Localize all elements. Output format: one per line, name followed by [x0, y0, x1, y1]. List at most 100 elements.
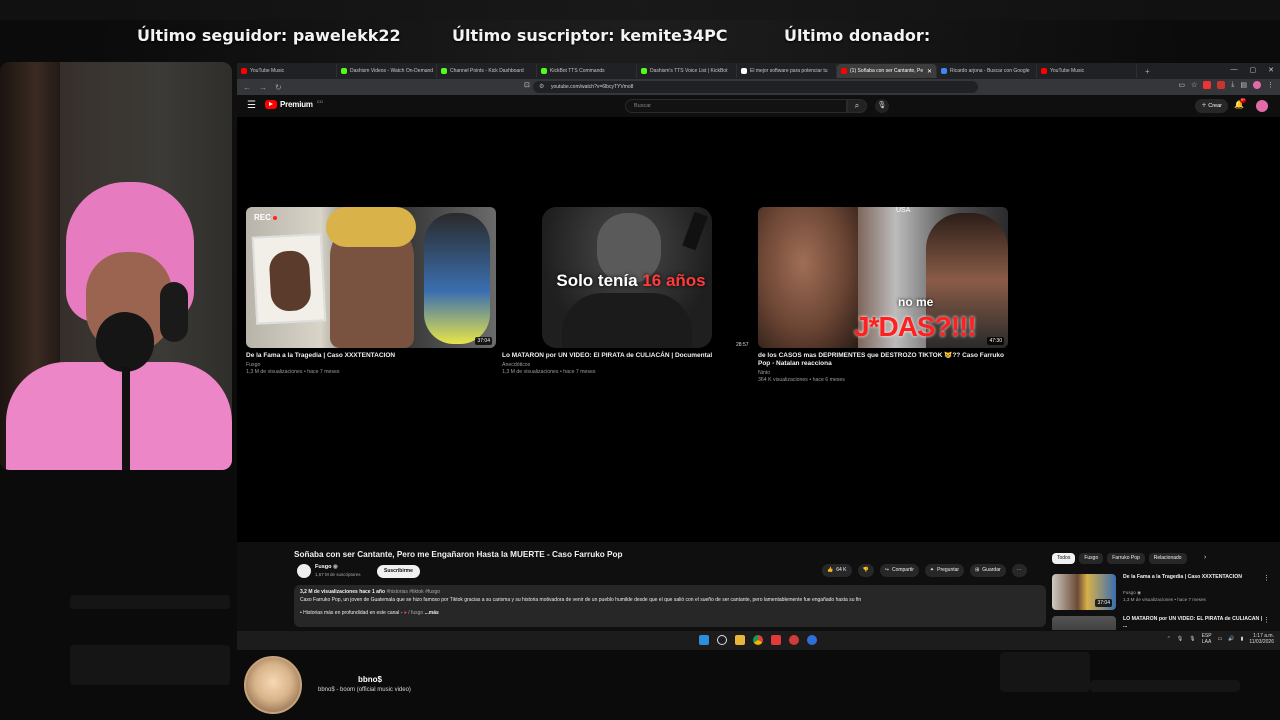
bookmark-icon[interactable]: ⊡: [524, 81, 530, 89]
account-avatar[interactable]: [1256, 100, 1268, 112]
generic-site-icon: [741, 68, 747, 74]
file-explorer-icon[interactable]: [735, 635, 745, 645]
url-field[interactable]: ⚙ youtube.com/watch?v=6lbcyTYVmo8: [533, 81, 978, 93]
related-video[interactable]: 37:04 De la Fama a la Tragedia | Caso XX…: [1052, 574, 1272, 612]
end-card-thumbnail[interactable]: USA no me J*DAS?!!! 47:30: [758, 207, 1008, 348]
end-card-channel[interactable]: Anecdóticos: [502, 362, 752, 368]
network-icon[interactable]: ▭: [1218, 636, 1223, 642]
end-card-thumbnail[interactable]: Solo tenía 16 años 28:57: [502, 207, 752, 348]
mugshot-image: [251, 233, 327, 325]
related-channel-text: Fusgo: [1123, 590, 1136, 595]
search-input[interactable]: Buscar: [625, 99, 847, 113]
ask-button[interactable]: ✦ Preguntar: [924, 564, 965, 577]
site-info-icon[interactable]: ⚙: [539, 81, 544, 93]
share-button[interactable]: ↪ Compartir: [879, 564, 919, 577]
sidebar-icon[interactable]: ▤: [1240, 81, 1247, 89]
create-button[interactable]: ＋ Crear: [1195, 99, 1228, 113]
browser-tab[interactable]: YouTube Music: [237, 64, 337, 78]
voice-search-icon[interactable]: 🎙: [875, 99, 889, 113]
related-thumbnail[interactable]: [1052, 616, 1116, 630]
end-screen-card[interactable]: USA no me J*DAS?!!! 47:30 de los CASOS m…: [758, 207, 1008, 383]
end-screen-card[interactable]: Solo tenía 16 años 28:57 Lo MATARON por …: [502, 207, 752, 375]
related-title[interactable]: De la Fama a la Tragedia | Caso XXXTENTA…: [1123, 574, 1263, 581]
chip-related[interactable]: Relacionado: [1148, 553, 1187, 564]
chevron-up-icon[interactable]: ⌃: [1167, 636, 1171, 642]
video-player[interactable]: REC 37:04 De la Fama a la Tragedia | Cas…: [237, 117, 1280, 542]
mic-tray-icon-2[interactable]: 🎙: [1189, 636, 1195, 642]
cast-icon[interactable]: ▭: [1178, 81, 1185, 89]
save-icon: ⊞: [975, 567, 980, 573]
star-icon[interactable]: ☆: [1191, 81, 1197, 89]
description-box[interactable]: 3,2 M de visualizaciones hace 1 año #his…: [294, 585, 1046, 627]
browser-tab[interactable]: YouTube Music: [1037, 64, 1137, 78]
chrome-icon[interactable]: [753, 635, 763, 645]
search-icon[interactable]: ⌕: [847, 99, 867, 113]
download-icon[interactable]: ⤓: [1231, 81, 1234, 89]
volume-icon[interactable]: 🔊: [1228, 636, 1234, 642]
end-card-thumbnail[interactable]: REC 37:04: [246, 207, 496, 348]
recording-app-icon[interactable]: [789, 635, 799, 645]
youtube-logo[interactable]: Premium CO: [265, 99, 323, 109]
share-label: Compartir: [891, 567, 914, 573]
browser-tab[interactable]: Dashism Videos - Watch On-Demand: [337, 64, 437, 78]
back-icon[interactable]: ←: [243, 83, 251, 92]
related-thumbnail[interactable]: 37:04: [1052, 574, 1116, 610]
dislike-button[interactable]: 👎: [857, 564, 874, 577]
menu-dots-icon[interactable]: ⋮: [1267, 81, 1274, 89]
browser-tab[interactable]: El mejor software para potenciar tu: [737, 64, 837, 78]
description-channel-line: • Historias más en profundidad en este c…: [300, 610, 403, 616]
tab-strip: YouTube Music Dashism Videos - Watch On-…: [237, 63, 1280, 79]
subscribe-button[interactable]: Suscribirme: [377, 565, 420, 578]
more-dots-icon[interactable]: ⋮: [1263, 616, 1270, 624]
kick-icon: [341, 68, 347, 74]
more-dots-icon[interactable]: ⋮: [1263, 574, 1270, 582]
browser-tab[interactable]: Channel Points - Kick Dashboard: [437, 64, 537, 78]
end-card-channel[interactable]: Ninto: [758, 370, 1008, 376]
channel-avatar[interactable]: [297, 564, 311, 578]
new-tab-icon[interactable]: +: [1137, 67, 1150, 76]
chevron-right-icon[interactable]: ›: [1204, 554, 1206, 561]
end-screen-card[interactable]: REC 37:04 De la Fama a la Tragedia | Cas…: [246, 207, 496, 375]
browser-tab[interactable]: Ricardo arjona - Buscar con Google: [937, 64, 1037, 78]
channel-name[interactable]: Fusgo ◉: [315, 564, 338, 570]
search-icon[interactable]: [717, 635, 727, 645]
forward-icon[interactable]: →: [259, 83, 267, 92]
profile-avatar[interactable]: [1253, 81, 1261, 89]
headline-text: Solo tenía: [556, 271, 638, 290]
language-indicator[interactable]: ESP LAA: [1202, 633, 1212, 645]
related-channel[interactable]: Fusgo ◉: [1123, 590, 1141, 596]
extension-icon[interactable]: [1217, 81, 1226, 89]
menu-icon[interactable]: ☰: [247, 100, 256, 111]
browser-tab-active[interactable]: (1) Soñaba con ser Cantante, Pe ✕: [837, 64, 937, 78]
mic-tray-icon[interactable]: 🎙: [1177, 636, 1183, 642]
like-button[interactable]: 👍 64 K: [822, 564, 852, 577]
battery-icon[interactable]: ▮: [1241, 636, 1244, 642]
browser-tab[interactable]: KickBot TTS Commands: [537, 64, 637, 78]
hashtags[interactable]: #historias #tiktok #fusgo: [386, 589, 440, 595]
start-icon[interactable]: [699, 635, 709, 645]
chip-all[interactable]: Todos: [1052, 553, 1076, 564]
related-video[interactable]: LO MATARON por UN VIDEO: EL PIRATA de CU…: [1052, 616, 1272, 630]
reload-icon[interactable]: ↻: [275, 83, 282, 92]
more-actions-button[interactable]: ⋯: [1011, 564, 1027, 577]
shield-app-icon[interactable]: [771, 635, 781, 645]
maximize-icon[interactable]: ▢: [1250, 66, 1257, 74]
close-tab-icon[interactable]: ✕: [927, 68, 932, 75]
address-bar-row: ← → ↻ ⊡ ⚙ youtube.com/watch?v=6lbcyTYVmo…: [237, 79, 1280, 95]
chip-topic[interactable]: Farruko Pop: [1107, 553, 1145, 564]
clock[interactable]: 1:17 a.m. 11/03/2026: [1249, 633, 1274, 645]
end-card-channel[interactable]: Fusgo: [246, 362, 496, 368]
end-card-title[interactable]: De la Fama a la Tragedia | Caso XXXTENTA…: [246, 352, 501, 360]
close-window-icon[interactable]: ✕: [1268, 66, 1274, 74]
show-more-link[interactable]: ...más: [425, 610, 439, 616]
related-title[interactable]: LO MATARON por UN VIDEO: EL PIRATA de CU…: [1123, 616, 1263, 630]
browser-tab[interactable]: Dashism's TTS Voice List | KickBot: [637, 64, 737, 78]
minimize-icon[interactable]: —: [1231, 66, 1238, 74]
save-button[interactable]: ⊞ Guardar: [970, 564, 1006, 577]
end-card-title[interactable]: de los CASOS mas DEPRIMENTES que DESTROZ…: [758, 352, 1013, 368]
end-card-title[interactable]: Lo MATARON por UN VIDEO: El PIRATA de CU…: [502, 352, 757, 360]
voice-app-icon[interactable]: [807, 635, 817, 645]
channel-link[interactable]: / fusgo: [408, 610, 423, 616]
extension-icon[interactable]: [1203, 81, 1212, 89]
chip-channel[interactable]: Fusgo: [1079, 553, 1104, 564]
